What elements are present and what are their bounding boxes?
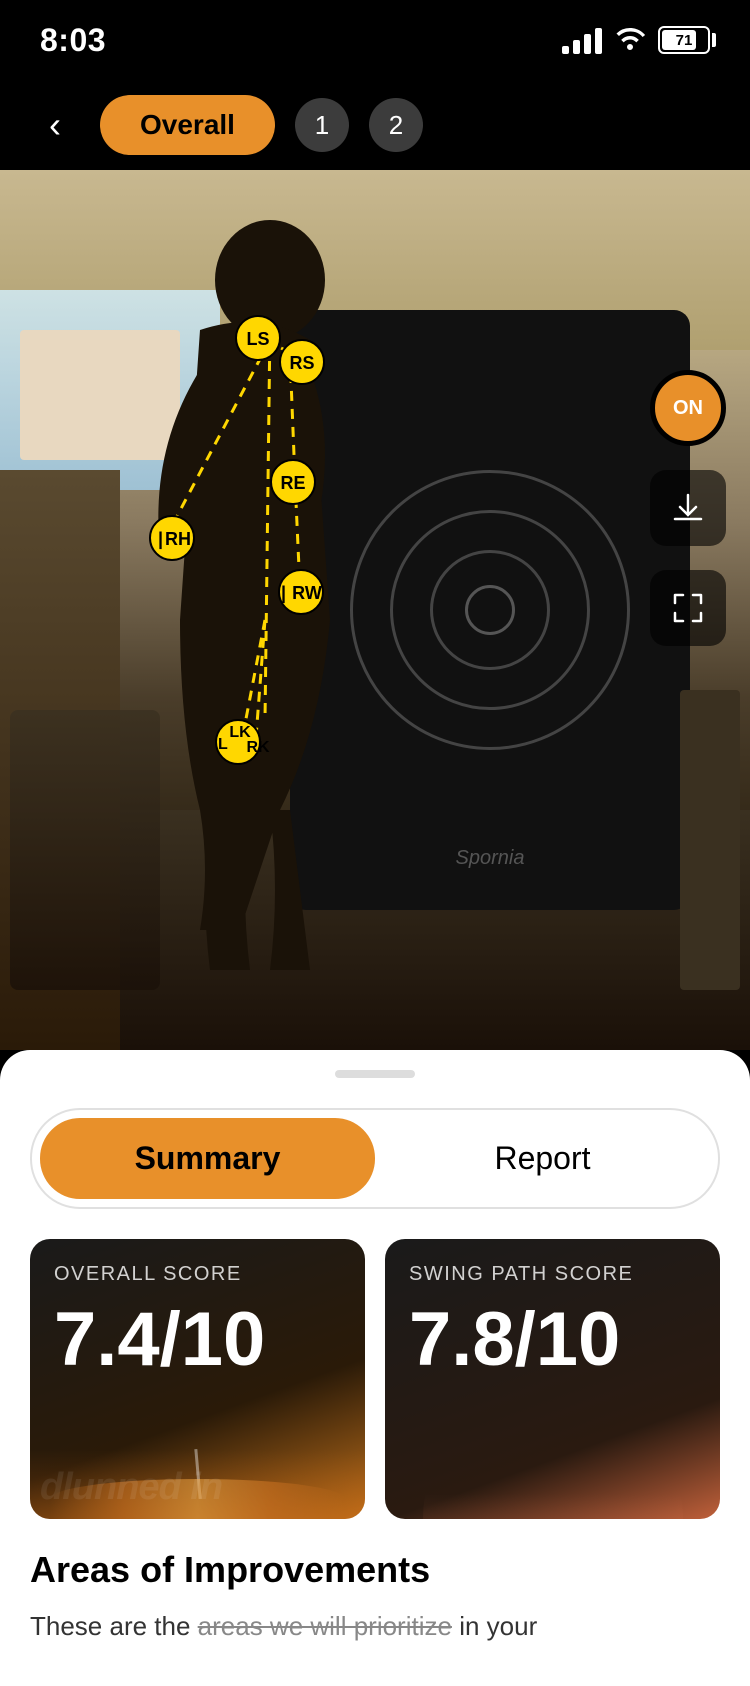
svg-text:RH: RH [165, 529, 191, 549]
status-icons: 71 [562, 24, 710, 57]
svg-text:L: L [218, 736, 228, 753]
svg-text:|: | [281, 583, 286, 603]
svg-text:RS: RS [289, 353, 314, 373]
overall-score-label: OVERALL SCORE [54, 1263, 242, 1286]
areas-improvements-section: Areas of Improvements These are the area… [30, 1549, 720, 1646]
drag-handle [335, 1070, 415, 1078]
status-bar: 8:03 71 [0, 0, 750, 80]
areas-improvements-text: These are the areas we will prioritize i… [30, 1607, 720, 1646]
svg-text:LS: LS [246, 329, 269, 349]
tab-1[interactable]: 1 [295, 98, 349, 152]
tab-switcher: Summary Report [30, 1108, 720, 1209]
tab-summary[interactable]: Summary [40, 1118, 375, 1199]
svg-text:RW: RW [292, 583, 322, 603]
svg-text:RK: RK [246, 739, 270, 756]
tab-overall[interactable]: Overall [100, 95, 275, 155]
bottom-panel: Summary Report OVERALL SCORE 7.4/10 dlun… [0, 1050, 750, 1686]
back-chevron-icon: ‹ [49, 107, 61, 143]
status-time: 8:03 [40, 22, 106, 59]
on-button[interactable]: ON [650, 370, 726, 446]
svg-text:RE: RE [280, 473, 305, 493]
download-button[interactable] [650, 470, 726, 546]
expand-button[interactable] [650, 570, 726, 646]
nav-bar: ‹ Overall 1 2 [0, 80, 750, 170]
tab-report[interactable]: Report [375, 1118, 710, 1199]
areas-improvements-title: Areas of Improvements [30, 1549, 720, 1591]
svg-text:|: | [158, 529, 163, 549]
battery-icon: 71 [658, 26, 710, 54]
strikethrough-text: areas we will prioritize [198, 1611, 452, 1641]
score-cards: OVERALL SCORE 7.4/10 dlunned in SWING PA… [30, 1239, 720, 1519]
skeleton-overlay: LS RS RE RH | RW | LK RK L [0, 170, 750, 1050]
tab-2[interactable]: 2 [369, 98, 423, 152]
overall-score-value: 7.4/10 [54, 1302, 265, 1378]
signal-bars-icon [562, 26, 602, 54]
swing-score-value: 7.8/10 [409, 1302, 620, 1378]
video-area: Spornia LS RS [0, 170, 750, 1050]
back-button[interactable]: ‹ [30, 100, 80, 150]
overall-score-card: OVERALL SCORE 7.4/10 dlunned in [30, 1239, 365, 1519]
wifi-icon [614, 24, 646, 57]
swing-score-label: SWING PATH SCORE [409, 1263, 633, 1286]
swing-score-card: SWING PATH SCORE 7.8/10 [385, 1239, 720, 1519]
